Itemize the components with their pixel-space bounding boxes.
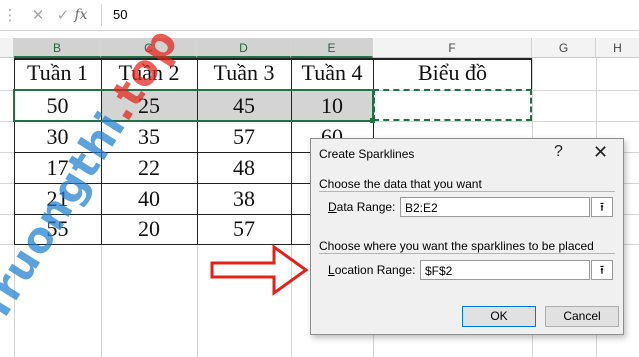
header-cell-tuan-3[interactable]: Tuần 3	[197, 60, 291, 86]
formula-bar: ⋮ ✕ ✓ fx 50	[0, 0, 639, 31]
ok-button[interactable]: OK	[462, 306, 536, 327]
column-header-a[interactable]	[0, 38, 14, 58]
collapse-dialog-icon: ⭱	[599, 263, 605, 277]
divider	[319, 191, 615, 192]
location-range-marquee	[373, 89, 532, 121]
table-cell[interactable]: 40	[101, 186, 197, 212]
check-icon[interactable]: ✓	[53, 5, 73, 25]
dialog-title: Create Sparklines	[319, 147, 415, 161]
location-range-picker-button[interactable]: ⭱	[591, 260, 613, 280]
fill-handle[interactable]	[370, 118, 375, 123]
close-icon[interactable]: ✕	[593, 142, 608, 163]
header-cell-tuan-4[interactable]: Tuần 4	[291, 60, 373, 86]
fx-icon[interactable]: fx	[71, 5, 91, 25]
data-range-input[interactable]: B2:E2	[400, 197, 590, 217]
close-icon[interactable]: ✕	[28, 5, 48, 25]
table-cell[interactable]: 57	[197, 124, 291, 150]
section-location-label: Choose where you want the sparklines to …	[319, 239, 594, 253]
formula-input[interactable]: 50	[113, 7, 127, 22]
column-header-bar: B C D E F G H	[0, 38, 639, 58]
table-cell[interactable]: 57	[197, 216, 291, 242]
more-icon[interactable]: ⋮	[0, 5, 20, 25]
header-cell-bieu-do[interactable]: Biểu đồ	[373, 60, 532, 86]
column-header-d[interactable]: D	[197, 38, 291, 58]
location-range-label: Location Range:	[328, 263, 416, 277]
column-header-h[interactable]: H	[596, 38, 639, 58]
table-cell[interactable]: 20	[101, 216, 197, 242]
collapse-dialog-icon: ⭱	[599, 200, 605, 214]
arrow-icon	[210, 244, 309, 296]
section-data-label: Choose the data that you want	[319, 177, 482, 191]
create-sparklines-dialog: Create Sparklines ? ✕ Choose the data th…	[310, 138, 624, 335]
help-icon[interactable]: ?	[554, 143, 563, 161]
table-cell[interactable]: 38	[197, 186, 291, 212]
header-cell-tuan-1[interactable]: Tuần 1	[14, 60, 101, 86]
active-selection-border	[13, 89, 374, 122]
formula-separator	[101, 4, 102, 26]
data-range-picker-button[interactable]: ⭱	[591, 197, 613, 217]
column-header-e[interactable]: E	[291, 38, 373, 58]
column-header-g[interactable]: G	[532, 38, 596, 58]
data-range-label: Data Range:	[328, 200, 396, 214]
table-cell[interactable]: 48	[197, 155, 291, 181]
location-range-input[interactable]: $F$2	[420, 260, 590, 280]
column-header-b[interactable]: B	[14, 38, 101, 58]
cancel-button[interactable]: Cancel	[545, 306, 619, 327]
divider	[319, 253, 615, 254]
column-header-f[interactable]: F	[373, 38, 532, 58]
